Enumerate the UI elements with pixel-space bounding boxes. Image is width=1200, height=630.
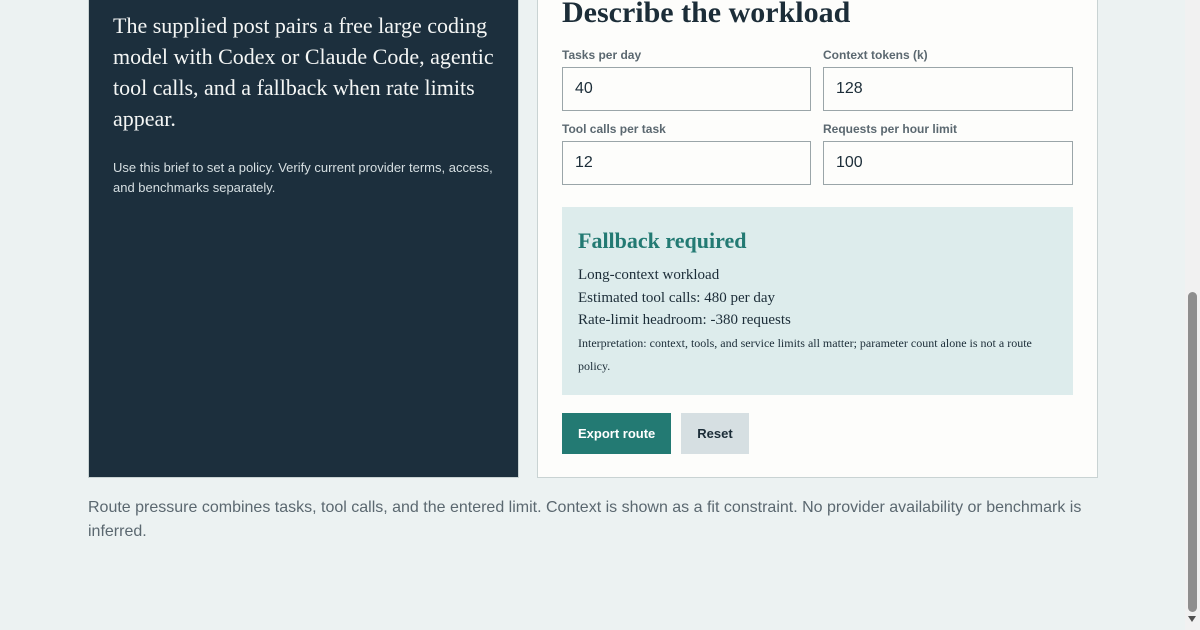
result-box: Fallback required Long-context workload …: [562, 207, 1073, 395]
requests-per-hour-field: Requests per hour limit: [823, 123, 1073, 185]
page-scrollbar[interactable]: [1185, 0, 1200, 630]
result-title: Fallback required: [578, 228, 747, 253]
tool-calls-label: Tool calls per task: [562, 122, 666, 136]
tasks-per-day-input[interactable]: [562, 67, 811, 111]
context-tokens-input[interactable]: [823, 67, 1073, 111]
result-interpretation: Interpretation: context, tools, and serv…: [578, 335, 1032, 373]
context-tokens-label: Context tokens (k): [823, 48, 928, 62]
result-lines: Long-context workload Estimated tool cal…: [578, 264, 1057, 378]
workload-form-panel: Describe the workload Tasks per day Cont…: [537, 0, 1098, 478]
tool-calls-field: Tool calls per task: [562, 123, 811, 185]
tasks-per-day-label: Tasks per day: [562, 48, 642, 62]
workload-fields: Tasks per day Context tokens (k) Tool ca…: [562, 49, 1073, 185]
brief-note: Use this brief to set a policy. Verify c…: [113, 160, 493, 195]
reset-button[interactable]: Reset: [681, 413, 749, 454]
form-actions: Export route Reset: [562, 413, 749, 454]
brief-panel: The supplied post pairs a free large cod…: [88, 0, 519, 478]
form-title: Describe the workload: [562, 0, 851, 29]
tool-calls-input[interactable]: [562, 141, 811, 185]
result-line-headroom: Rate-limit headroom: -380 requests: [578, 312, 791, 328]
export-route-button[interactable]: Export route: [562, 413, 672, 454]
requests-per-hour-label: Requests per hour limit: [823, 122, 958, 136]
brief-lead: The supplied post pairs a free large cod…: [113, 13, 494, 131]
footer-note: Route pressure combines tasks, tool call…: [88, 499, 1082, 540]
requests-per-hour-input[interactable]: [823, 141, 1073, 185]
scrollbar-thumb[interactable]: [1188, 292, 1197, 612]
scroll-down-arrow-icon[interactable]: [1188, 616, 1196, 622]
tasks-per-day-field: Tasks per day: [562, 49, 811, 111]
context-tokens-field: Context tokens (k): [823, 49, 1073, 111]
result-line-tool-calls: Estimated tool calls: 480 per day: [578, 289, 776, 306]
result-line-context: Long-context workload: [578, 267, 720, 283]
